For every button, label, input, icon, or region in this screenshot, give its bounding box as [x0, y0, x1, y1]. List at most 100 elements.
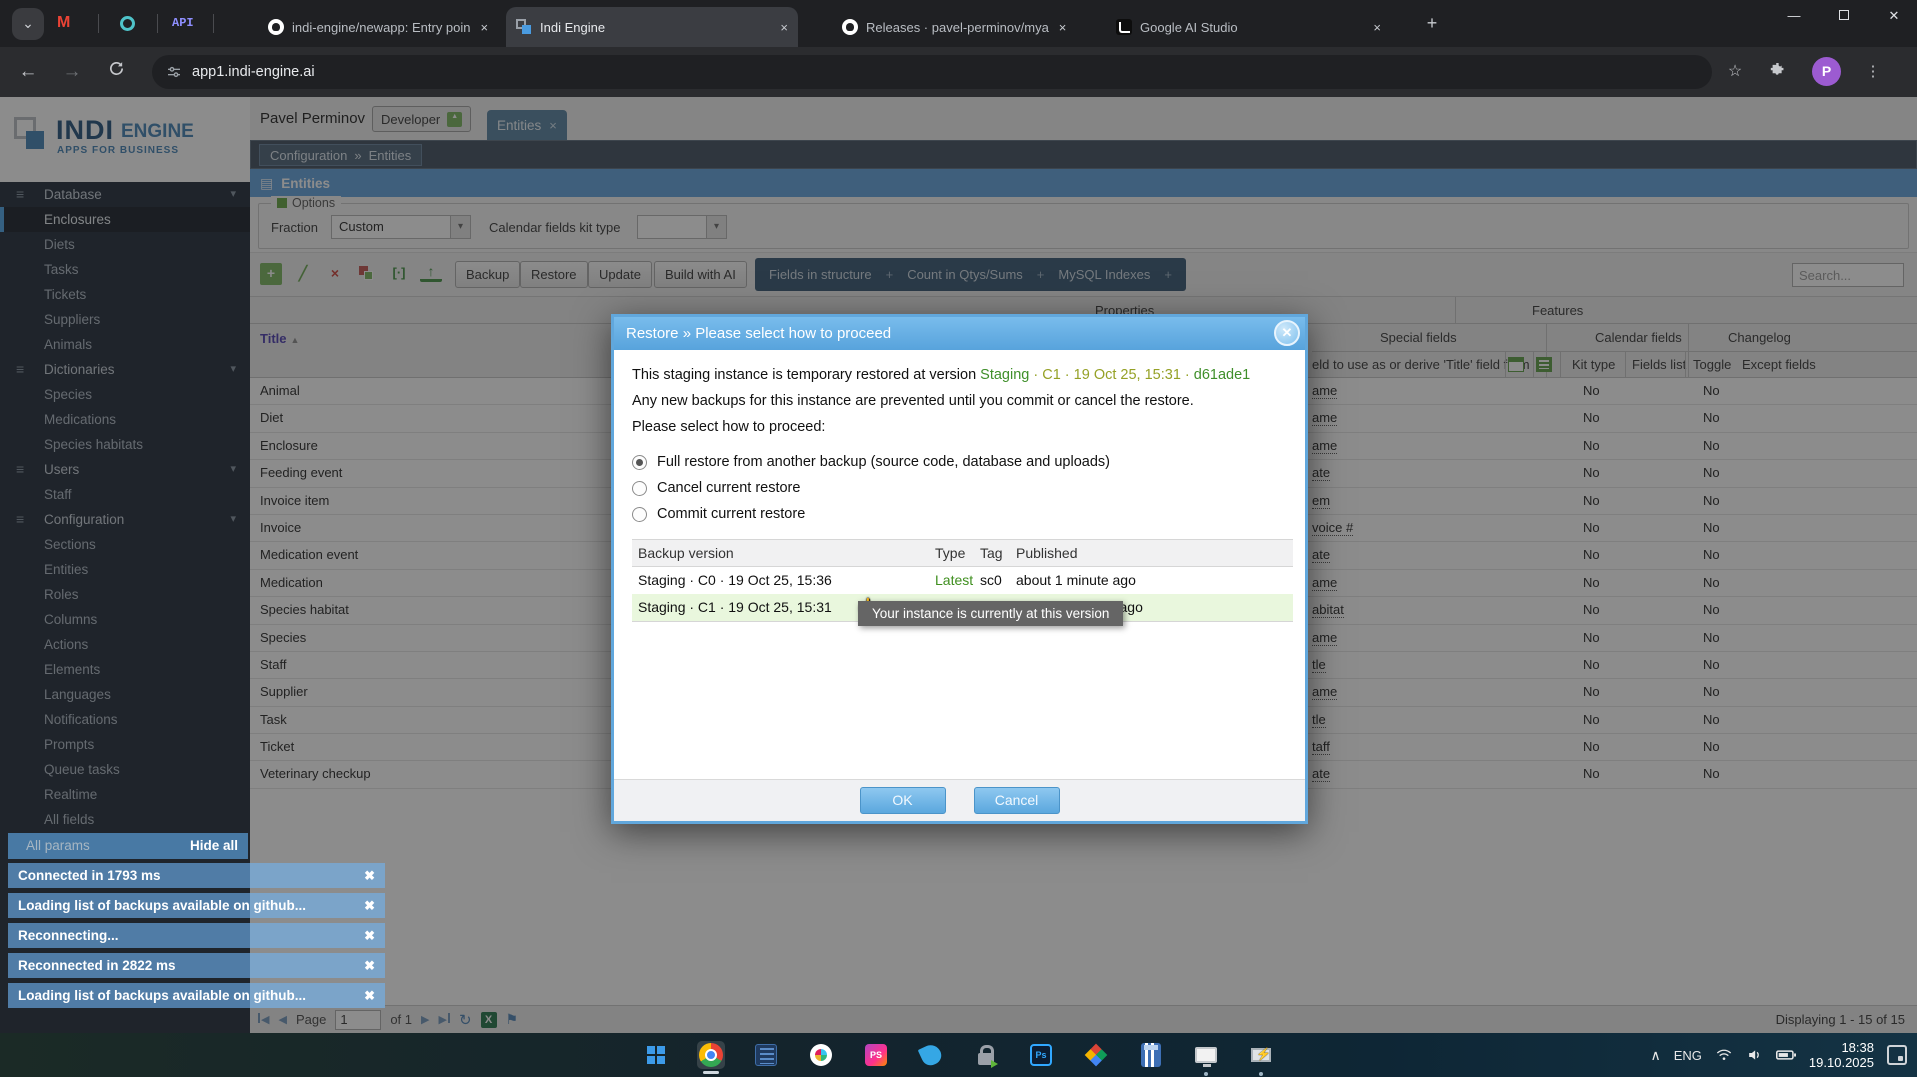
terminal-icon — [755, 1044, 777, 1066]
tab-title: Indi Engine — [540, 20, 605, 35]
radio-label: Commit current restore — [657, 506, 805, 522]
tab-separator — [213, 14, 214, 33]
backup-table-header: Backup version Type Tag Published — [632, 540, 1293, 567]
cell-type: Latest — [935, 572, 973, 588]
taskbar-remote-app[interactable] — [1247, 1041, 1275, 1069]
radio-selected-icon[interactable] — [632, 455, 647, 470]
running-indicator — [1204, 1072, 1208, 1076]
version-tooltip: Your instance is currently at this versi… — [858, 601, 1123, 626]
volume-icon[interactable] — [1746, 1047, 1763, 1063]
close-icon[interactable]: ✖ — [364, 863, 375, 888]
window-maximize-button[interactable] — [1821, 0, 1867, 34]
lock-icon — [978, 1053, 994, 1065]
window-close-button[interactable]: ✕ — [1871, 0, 1917, 34]
hide-all-row[interactable]: All params Hide all — [8, 833, 248, 859]
forward-icon[interactable]: → — [58, 58, 86, 86]
message-prefix: This staging instance is temporary resto… — [632, 367, 976, 383]
window-minimize-button[interactable]: — — [1771, 0, 1817, 34]
col-tag[interactable]: Tag — [980, 545, 1003, 561]
all-params-label: All params — [26, 838, 90, 853]
hide-all-button[interactable]: Hide all — [190, 833, 238, 859]
clock[interactable]: 18:38 19.10.2025 — [1809, 1040, 1874, 1070]
radio-icon[interactable] — [632, 507, 647, 522]
toast: Reconnecting... ✖ — [8, 923, 385, 948]
close-icon[interactable]: ✖ — [364, 953, 375, 978]
close-icon[interactable]: ✖ — [364, 893, 375, 918]
dialog-close-button[interactable]: ✕ — [1274, 320, 1300, 346]
radio-group: Full restore from another backup (source… — [632, 449, 1287, 527]
bookmark-star-icon[interactable]: ☆ — [1721, 58, 1749, 86]
pinned-tab-gmail[interactable]: M — [57, 13, 70, 33]
cancel-button[interactable]: Cancel — [974, 787, 1060, 814]
browser-tab-strip: ⌄ M API indi-engine/newapp: Entry poin ×… — [0, 0, 1917, 47]
tab-close-icon[interactable]: × — [780, 20, 788, 35]
radio-cancel-restore[interactable]: Cancel current restore — [632, 475, 1287, 501]
site-settings-icon[interactable] — [166, 64, 182, 80]
pinned-tab-logo[interactable] — [120, 13, 135, 33]
backup-row[interactable]: Staging · C0 · 19 Oct 25, 15:36 Latest s… — [632, 567, 1293, 594]
pinned-tab-api[interactable]: API — [172, 13, 194, 33]
taskbar-photoshop[interactable]: Ps — [1027, 1041, 1055, 1069]
indi-engine-icon — [516, 19, 532, 35]
taskbar-chrome[interactable] — [697, 1041, 725, 1069]
wifi-icon[interactable] — [1715, 1047, 1733, 1063]
taskbar-slack[interactable] — [807, 1041, 835, 1069]
maximize-icon — [1839, 10, 1849, 20]
start-button[interactable] — [642, 1041, 670, 1069]
radio-commit-restore[interactable]: Commit current restore — [632, 501, 1287, 527]
notification-icon[interactable] — [1887, 1045, 1907, 1065]
remote-desktop-icon — [1251, 1048, 1271, 1062]
tray-chevron-icon[interactable]: ∧ — [1651, 1047, 1661, 1064]
kebab-menu-icon[interactable]: ⋮ — [1859, 58, 1887, 86]
language-indicator[interactable]: ENG — [1674, 1048, 1702, 1063]
taskbar-drive[interactable] — [1082, 1041, 1110, 1069]
back-icon[interactable]: ← — [14, 58, 42, 86]
tab-close-icon[interactable]: × — [481, 20, 489, 35]
drive-diamond-icon — [1085, 1044, 1108, 1067]
radio-icon[interactable] — [632, 481, 647, 496]
browser-tab-4[interactable]: Google AI Studio × — [1106, 7, 1391, 47]
tab-close-icon[interactable]: × — [1059, 20, 1067, 35]
battery-icon[interactable] — [1776, 1048, 1796, 1062]
col-backup-version[interactable]: Backup version — [638, 545, 734, 561]
taskbar-calculator[interactable] — [1137, 1041, 1165, 1069]
restore-message-line3: Please select how to proceed: — [632, 414, 1287, 440]
api-icon: API — [172, 16, 194, 30]
radio-full-restore[interactable]: Full restore from another backup (source… — [632, 449, 1287, 475]
taskbar: PS Ps ∧ ENG 18:38 19.10.2025 — [0, 1033, 1917, 1077]
close-icon[interactable]: ✖ — [364, 923, 375, 948]
ok-button[interactable]: OK — [860, 787, 946, 814]
col-published[interactable]: Published — [1016, 545, 1078, 561]
taskbar-monitor-app[interactable] — [1192, 1041, 1220, 1069]
dialog-title: Restore » Please select how to proceed — [626, 325, 891, 342]
tab-search-button[interactable]: ⌄ — [12, 8, 44, 40]
taskbar-dolphin[interactable] — [917, 1041, 945, 1069]
gmail-icon: M — [57, 14, 70, 32]
toast-message: Reconnecting... — [18, 928, 119, 943]
phpstorm-icon: PS — [865, 1044, 887, 1066]
reload-icon[interactable] — [102, 58, 130, 86]
taskbar-terminal[interactable] — [752, 1041, 780, 1069]
toast-message: Loading list of backups available on git… — [18, 988, 306, 1003]
browser-toolbar: ← → app1.indi-engine.ai ☆ P ⋮ — [0, 47, 1917, 97]
browser-tab-2-active[interactable]: Indi Engine × — [506, 7, 798, 47]
new-tab-button[interactable]: + — [1420, 12, 1444, 36]
taskbar-keepass[interactable] — [972, 1041, 1000, 1069]
restore-message-line2: Any new backups for this instance are pr… — [632, 388, 1287, 414]
tab-close-icon[interactable]: × — [1373, 20, 1381, 35]
tab-separator — [157, 14, 158, 33]
toast: Reconnected in 2822 ms✖ — [8, 953, 385, 978]
close-icon[interactable]: ✖ — [364, 983, 375, 1008]
taskbar-phpstorm[interactable]: PS — [862, 1041, 890, 1069]
toast: Loading list of backups available on git… — [8, 893, 385, 918]
col-type[interactable]: Type — [935, 545, 965, 561]
dialog-titlebar[interactable]: Restore » Please select how to proceed ✕ — [614, 317, 1305, 350]
profile-avatar[interactable]: P — [1812, 57, 1841, 86]
toast-message: Connected in 1793 ms — [18, 868, 161, 883]
dolphin-icon — [918, 1042, 945, 1069]
address-bar[interactable]: app1.indi-engine.ai — [152, 55, 1712, 89]
extensions-puzzle-icon[interactable] — [1763, 58, 1791, 86]
browser-tab-3[interactable]: Releases · pavel-perminov/mya × — [832, 7, 1092, 47]
cell-version: Staging · C1 · 19 Oct 25, 15:31 — [638, 599, 832, 615]
browser-tab-1[interactable]: indi-engine/newapp: Entry poin × — [258, 7, 502, 47]
